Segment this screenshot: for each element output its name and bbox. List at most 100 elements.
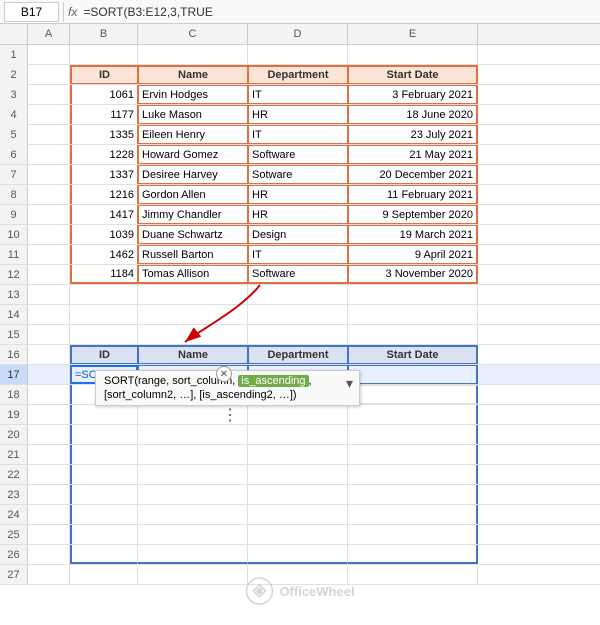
cell-e12[interactable]: 3 November 2020	[348, 265, 478, 284]
cell-b24[interactable]	[70, 505, 138, 524]
cell-d12[interactable]: Software	[248, 265, 348, 284]
cell-c25[interactable]	[138, 525, 248, 544]
cell-b9[interactable]: 1417	[70, 205, 138, 224]
cell-c4[interactable]: Luke Mason	[138, 105, 248, 124]
cell-a14[interactable]	[28, 305, 70, 324]
cell-e14[interactable]	[348, 305, 478, 324]
cell-c12[interactable]: Tomas Allison	[138, 265, 248, 284]
cell-c27[interactable]	[138, 565, 248, 584]
cell-c7[interactable]: Desiree Harvey	[138, 165, 248, 184]
cell-c21[interactable]	[138, 445, 248, 464]
cell-d22[interactable]	[248, 465, 348, 484]
cell-b10[interactable]: 1039	[70, 225, 138, 244]
cell-b11[interactable]: 1462	[70, 245, 138, 264]
cell-d21[interactable]	[248, 445, 348, 464]
cell-c16[interactable]: Name	[138, 345, 248, 364]
cell-a21[interactable]	[28, 445, 70, 464]
cell-c1[interactable]	[138, 45, 248, 64]
cell-e20[interactable]	[348, 425, 478, 444]
cell-e4[interactable]: 18 June 2020	[348, 105, 478, 124]
cell-d4[interactable]: HR	[248, 105, 348, 124]
cell-b6[interactable]: 1228	[70, 145, 138, 164]
col-header-d[interactable]: D	[248, 24, 348, 44]
col-header-c[interactable]: C	[138, 24, 248, 44]
cell-b2[interactable]: ID	[70, 65, 138, 84]
cell-b12[interactable]: 1184	[70, 265, 138, 284]
cell-b26[interactable]	[70, 545, 138, 564]
cell-a27[interactable]	[28, 565, 70, 584]
cell-a20[interactable]	[28, 425, 70, 444]
cell-d19[interactable]	[248, 405, 348, 424]
cell-a12[interactable]	[28, 265, 70, 284]
col-header-e[interactable]: E	[348, 24, 478, 44]
cell-e22[interactable]	[348, 465, 478, 484]
cell-a4[interactable]	[28, 105, 70, 124]
col-header-a[interactable]: A	[28, 24, 70, 44]
cell-b16[interactable]: ID	[70, 345, 138, 364]
cell-e16[interactable]: Start Date	[348, 345, 478, 364]
cell-c11[interactable]: Russell Barton	[138, 245, 248, 264]
cell-e6[interactable]: 21 May 2021	[348, 145, 478, 164]
cell-e25[interactable]	[348, 525, 478, 544]
cell-b3[interactable]: 1061	[70, 85, 138, 104]
cell-e21[interactable]	[348, 445, 478, 464]
cell-e18[interactable]	[348, 385, 478, 404]
cell-a18[interactable]	[28, 385, 70, 404]
cell-b23[interactable]	[70, 485, 138, 504]
cell-b13[interactable]	[70, 285, 138, 304]
cell-a8[interactable]	[28, 185, 70, 204]
cell-e9[interactable]: 9 September 2020	[348, 205, 478, 224]
cell-b20[interactable]	[70, 425, 138, 444]
cell-a25[interactable]	[28, 525, 70, 544]
cell-c8[interactable]: Gordon Allen	[138, 185, 248, 204]
close-button[interactable]: ✕	[216, 366, 232, 382]
cell-a1[interactable]	[28, 45, 70, 64]
cell-d3[interactable]: IT	[248, 85, 348, 104]
cell-e15[interactable]	[348, 325, 478, 344]
cell-d2[interactable]: Department	[248, 65, 348, 84]
cell-a10[interactable]	[28, 225, 70, 244]
cell-b8[interactable]: 1216	[70, 185, 138, 204]
cell-a16[interactable]	[28, 345, 70, 364]
cell-b15[interactable]	[70, 325, 138, 344]
cell-a24[interactable]	[28, 505, 70, 524]
cell-e1[interactable]	[348, 45, 478, 64]
cell-d24[interactable]	[248, 505, 348, 524]
cell-c9[interactable]: Jimmy Chandler	[138, 205, 248, 224]
cell-b14[interactable]	[70, 305, 138, 324]
cell-e5[interactable]: 23 July 2021	[348, 125, 478, 144]
cell-d11[interactable]: IT	[248, 245, 348, 264]
cell-b19[interactable]	[70, 405, 138, 424]
cell-b22[interactable]	[70, 465, 138, 484]
cell-e8[interactable]: 11 February 2021	[348, 185, 478, 204]
cell-d16[interactable]: Department	[248, 345, 348, 364]
cell-d26[interactable]	[248, 545, 348, 564]
cell-c26[interactable]	[138, 545, 248, 564]
cell-e26[interactable]	[348, 545, 478, 564]
cell-b5[interactable]: 1335	[70, 125, 138, 144]
cell-c10[interactable]: Duane Schwartz	[138, 225, 248, 244]
cell-b7[interactable]: 1337	[70, 165, 138, 184]
cell-e17[interactable]	[348, 365, 478, 384]
cell-c24[interactable]	[138, 505, 248, 524]
cell-b1[interactable]	[70, 45, 138, 64]
cell-d14[interactable]	[248, 305, 348, 324]
cell-d10[interactable]: Design	[248, 225, 348, 244]
cell-e11[interactable]: 9 April 2021	[348, 245, 478, 264]
cell-b4[interactable]: 1177	[70, 105, 138, 124]
cell-a19[interactable]	[28, 405, 70, 424]
cell-d5[interactable]: IT	[248, 125, 348, 144]
cell-d9[interactable]: HR	[248, 205, 348, 224]
cell-c14[interactable]	[138, 305, 248, 324]
cell-c13[interactable]	[138, 285, 248, 304]
cell-d1[interactable]	[248, 45, 348, 64]
cell-a17[interactable]	[28, 365, 70, 384]
cell-b21[interactable]	[70, 445, 138, 464]
cell-d8[interactable]: HR	[248, 185, 348, 204]
cell-c3[interactable]: Ervin Hodges	[138, 85, 248, 104]
cell-d20[interactable]	[248, 425, 348, 444]
cell-c20[interactable]	[138, 425, 248, 444]
cell-d13[interactable]	[248, 285, 348, 304]
cell-c6[interactable]: Howard Gomez	[138, 145, 248, 164]
cell-a9[interactable]	[28, 205, 70, 224]
